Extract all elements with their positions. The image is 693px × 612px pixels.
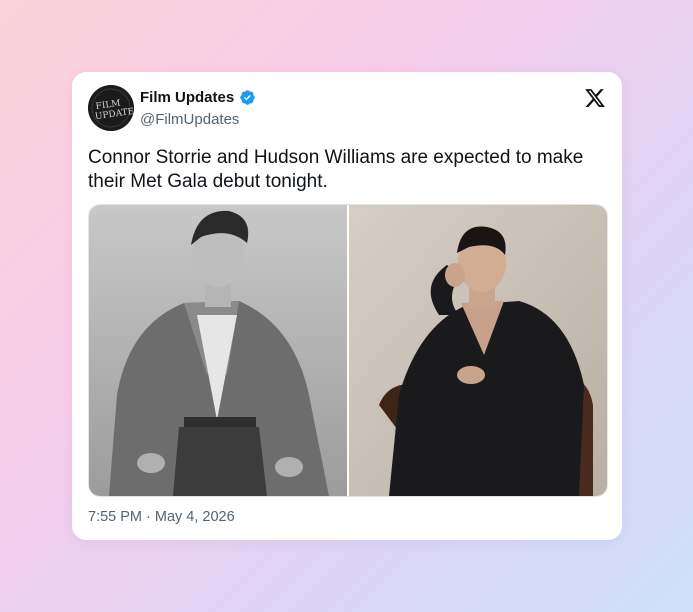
photo-right[interactable] [349, 205, 607, 496]
author-name-row: Film Updates [140, 89, 256, 106]
post-timestamp[interactable]: 7:55 PM · May 4, 2026 [88, 509, 235, 525]
film-updates-logo: FILM UPDATES [88, 85, 134, 131]
post-text: Connor Storrie and Hudson Williams are e… [88, 147, 584, 192]
verified-badge-icon [240, 90, 255, 105]
avatar[interactable]: FILM UPDATES [88, 85, 134, 131]
photo-left[interactable] [89, 205, 347, 496]
display-name[interactable]: Film Updates [140, 89, 234, 106]
media-grid[interactable] [88, 204, 608, 497]
color-portrait [349, 205, 607, 496]
post-card: FILM UPDATES Film Updates @FilmUpdates C… [72, 72, 622, 540]
x-logo-icon[interactable] [584, 87, 606, 109]
handle[interactable]: @FilmUpdates [140, 111, 239, 128]
black-and-white-portrait [89, 205, 347, 496]
